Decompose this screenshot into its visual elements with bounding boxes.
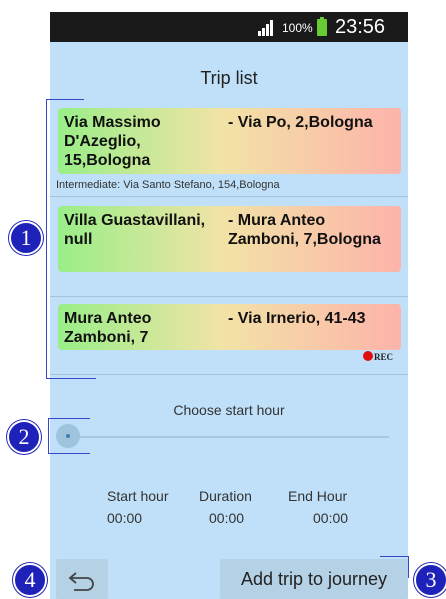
trip-item[interactable]: Villa Guastavillani, null - Mura Anteo Z… xyxy=(58,206,401,272)
status-bar: 100% 23:56 xyxy=(50,12,408,42)
callout-bracket xyxy=(48,453,90,454)
callout-1: 1 xyxy=(9,221,43,255)
trip-item[interactable]: Mura Anteo Zamboni, 7 - Via Irnerio, 41-… xyxy=(58,304,401,350)
page-title: Trip list xyxy=(200,68,258,88)
duration-value: 00:00 xyxy=(209,510,245,526)
app-screen: 100% 23:56 Trip list Via Massimo D'Azegl… xyxy=(50,12,408,599)
divider xyxy=(50,374,408,375)
callout-2: 2 xyxy=(7,420,41,454)
signal-icon xyxy=(258,20,276,36)
trip-from: Via Massimo D'Azeglio, 15,Bologna xyxy=(64,114,161,169)
callout-bracket xyxy=(46,99,47,379)
trip-to: - Mura Anteo Zamboni, 7,Bologna xyxy=(228,212,381,248)
status-time: 23:56 xyxy=(335,16,386,38)
trip-from: Villa Guastavillani, null xyxy=(64,212,206,248)
duration-caption: Duration xyxy=(199,488,252,504)
start-hour-label: Choose start hour xyxy=(173,402,285,418)
callout-bracket xyxy=(46,378,96,379)
divider xyxy=(50,196,408,197)
trip-from: Mura Anteo Zamboni, 7 xyxy=(64,310,152,346)
trip-intermediate: Intermediate: Via Santo Stefano, 154,Bol… xyxy=(56,179,280,191)
callout-bracket xyxy=(380,556,408,557)
callout-bracket xyxy=(48,418,49,454)
trip-item[interactable]: Via Massimo D'Azeglio, 15,Bologna - Via … xyxy=(58,108,401,174)
callout-4: 4 xyxy=(13,563,47,597)
trip-to: - Via Po, 2,Bologna xyxy=(228,114,373,131)
record-dot-icon xyxy=(363,351,373,361)
end-hour-caption: End Hour xyxy=(288,488,348,504)
back-button[interactable] xyxy=(56,559,108,599)
rec-indicator: REC xyxy=(363,351,393,362)
rec-label: REC xyxy=(374,352,394,362)
callout-bracket xyxy=(46,99,84,100)
slider-thumb[interactable] xyxy=(56,424,80,448)
callout-3: 3 xyxy=(414,563,446,597)
battery-icon xyxy=(317,17,327,36)
start-hour-slider[interactable] xyxy=(68,436,389,438)
trip-to: - Via Irnerio, 41-43 xyxy=(228,310,366,327)
callout-bracket xyxy=(408,556,409,578)
undo-arrow-icon xyxy=(68,572,94,591)
callout-bracket xyxy=(48,418,90,419)
start-hour-value: 00:00 xyxy=(107,510,143,526)
battery-percent: 100% xyxy=(282,21,313,35)
end-hour-value: 00:00 xyxy=(313,510,349,526)
divider xyxy=(50,296,408,297)
add-trip-button[interactable]: Add trip to journey xyxy=(220,559,408,599)
start-hour-caption: Start hour xyxy=(107,488,169,504)
